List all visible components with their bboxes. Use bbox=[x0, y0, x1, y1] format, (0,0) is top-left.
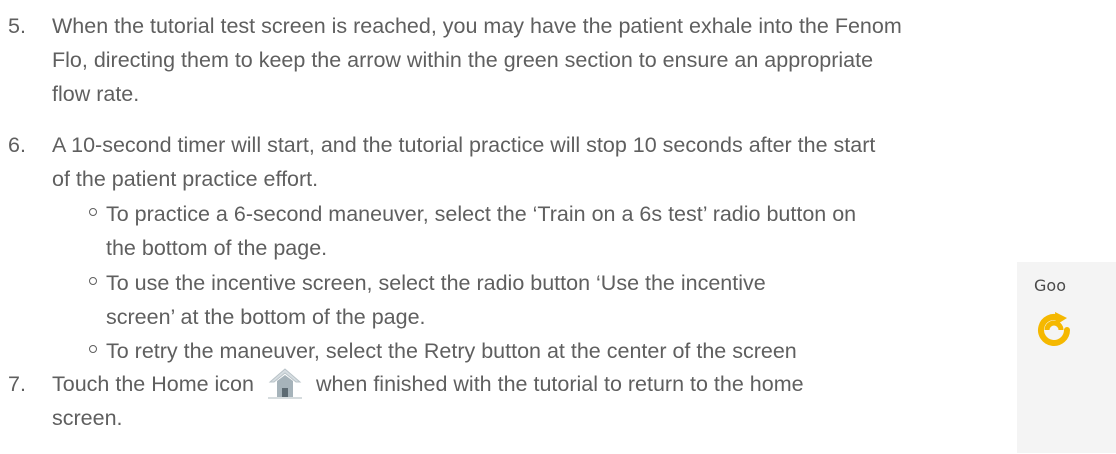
bullet-text-line: To use the incentive screen, select the … bbox=[106, 271, 766, 295]
step-text-line: When the tutorial test screen is reached… bbox=[52, 14, 902, 38]
step-text-line: A 10-second timer will start, and the tu… bbox=[52, 133, 876, 157]
step-text-line: screen. bbox=[52, 406, 123, 430]
bullet-item: To practice a 6-second maneuver, select … bbox=[89, 197, 857, 265]
step-text-line: of the patient practice effort. bbox=[52, 167, 319, 191]
step-text: A 10-second timer will start, and the tu… bbox=[52, 128, 875, 196]
step-text: Touch the Home icon when finished with t… bbox=[52, 367, 804, 435]
side-screenshot-panel: Goo bbox=[1017, 262, 1116, 453]
step-text-line: Touch the Home icon when finished with t… bbox=[52, 367, 804, 401]
bullet-marker bbox=[89, 345, 97, 353]
step-number: 7. bbox=[8, 372, 26, 396]
bullet-marker bbox=[89, 277, 97, 285]
step-number: 5. bbox=[8, 14, 26, 38]
bullet-marker bbox=[89, 208, 97, 216]
bullet-text-line: To practice a 6-second maneuver, select … bbox=[106, 202, 857, 226]
step-text: When the tutorial test screen is reached… bbox=[52, 9, 902, 111]
bullet-text-line: screen’ at the bottom of the page. bbox=[106, 305, 426, 329]
retry-icon bbox=[1037, 312, 1071, 348]
step-text-before-icon: Touch the Home icon bbox=[52, 372, 254, 396]
bullet-item: To use the incentive screen, select the … bbox=[89, 266, 766, 334]
step-text-line: flow rate. bbox=[52, 82, 140, 106]
step-text-line: Flo, directing them to keep the arrow wi… bbox=[52, 48, 874, 72]
home-icon bbox=[267, 367, 302, 399]
step-text-after-icon: when finished with the tutorial to retur… bbox=[315, 372, 804, 396]
bullet-text-line: To retry the maneuver, select the Retry … bbox=[106, 339, 797, 363]
instruction-document: 5. When the tutorial test screen is reac… bbox=[0, 0, 1116, 454]
step-number: 6. bbox=[8, 133, 26, 157]
side-panel-text: Goo bbox=[1034, 276, 1066, 295]
bullet-text-line: the bottom of the page. bbox=[106, 236, 328, 260]
bullet-item: To retry the maneuver, select the Retry … bbox=[89, 334, 797, 368]
